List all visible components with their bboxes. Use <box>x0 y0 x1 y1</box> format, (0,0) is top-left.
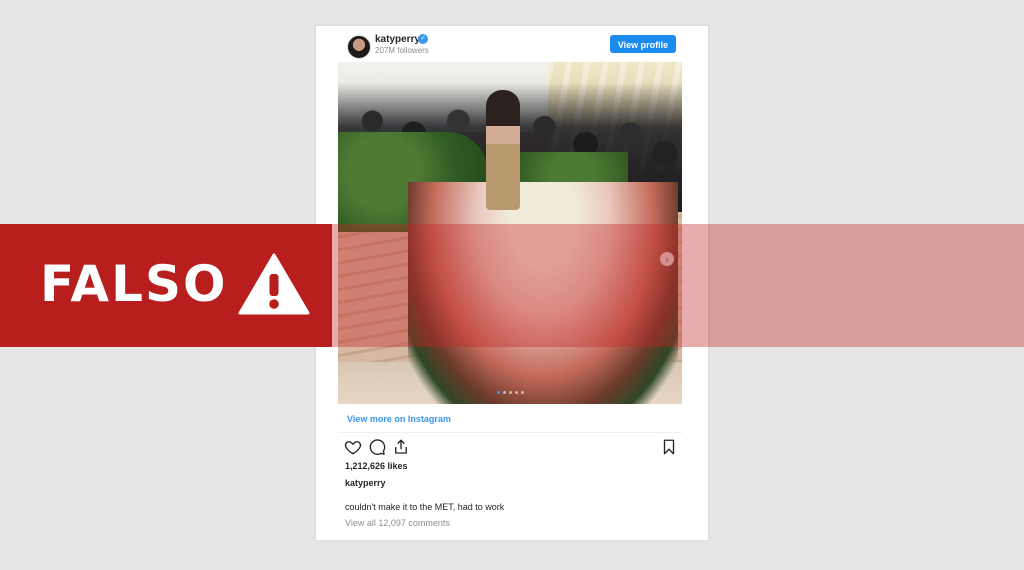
bookmark-icon[interactable] <box>660 438 678 456</box>
heart-icon[interactable] <box>344 438 362 456</box>
carousel-dot[interactable] <box>496 391 500 394</box>
photo-figure <box>486 90 520 210</box>
avatar[interactable] <box>347 35 371 59</box>
page: katyperry ✓ 207M followers View profile … <box>0 0 1024 570</box>
carousel-dot[interactable] <box>508 391 512 394</box>
follower-count: 207M followers <box>375 46 429 55</box>
view-profile-button[interactable]: View profile <box>610 35 676 53</box>
share-icon[interactable] <box>392 438 410 456</box>
carousel-dot[interactable] <box>514 391 518 394</box>
view-more-link[interactable]: View more on Instagram <box>347 414 451 424</box>
falso-label: FALSO <box>40 255 228 313</box>
caption-username[interactable]: katyperry <box>345 478 386 488</box>
post-header: katyperry ✓ 207M followers View profile <box>316 26 708 62</box>
carousel-dot[interactable] <box>520 391 524 394</box>
divider <box>338 432 682 433</box>
verified-badge-icon: ✓ <box>418 34 428 44</box>
view-comments-link[interactable]: View all 12,097 comments <box>345 518 450 528</box>
action-bar <box>344 438 684 458</box>
comment-icon[interactable] <box>368 438 386 456</box>
post-caption: couldn't make it to the MET, had to work <box>345 502 505 512</box>
carousel-dots <box>338 391 682 397</box>
carousel-dot[interactable] <box>502 391 506 394</box>
warning-icon <box>238 252 310 316</box>
username[interactable]: katyperry <box>375 34 420 45</box>
like-count[interactable]: 1,212,626 likes <box>345 461 408 471</box>
